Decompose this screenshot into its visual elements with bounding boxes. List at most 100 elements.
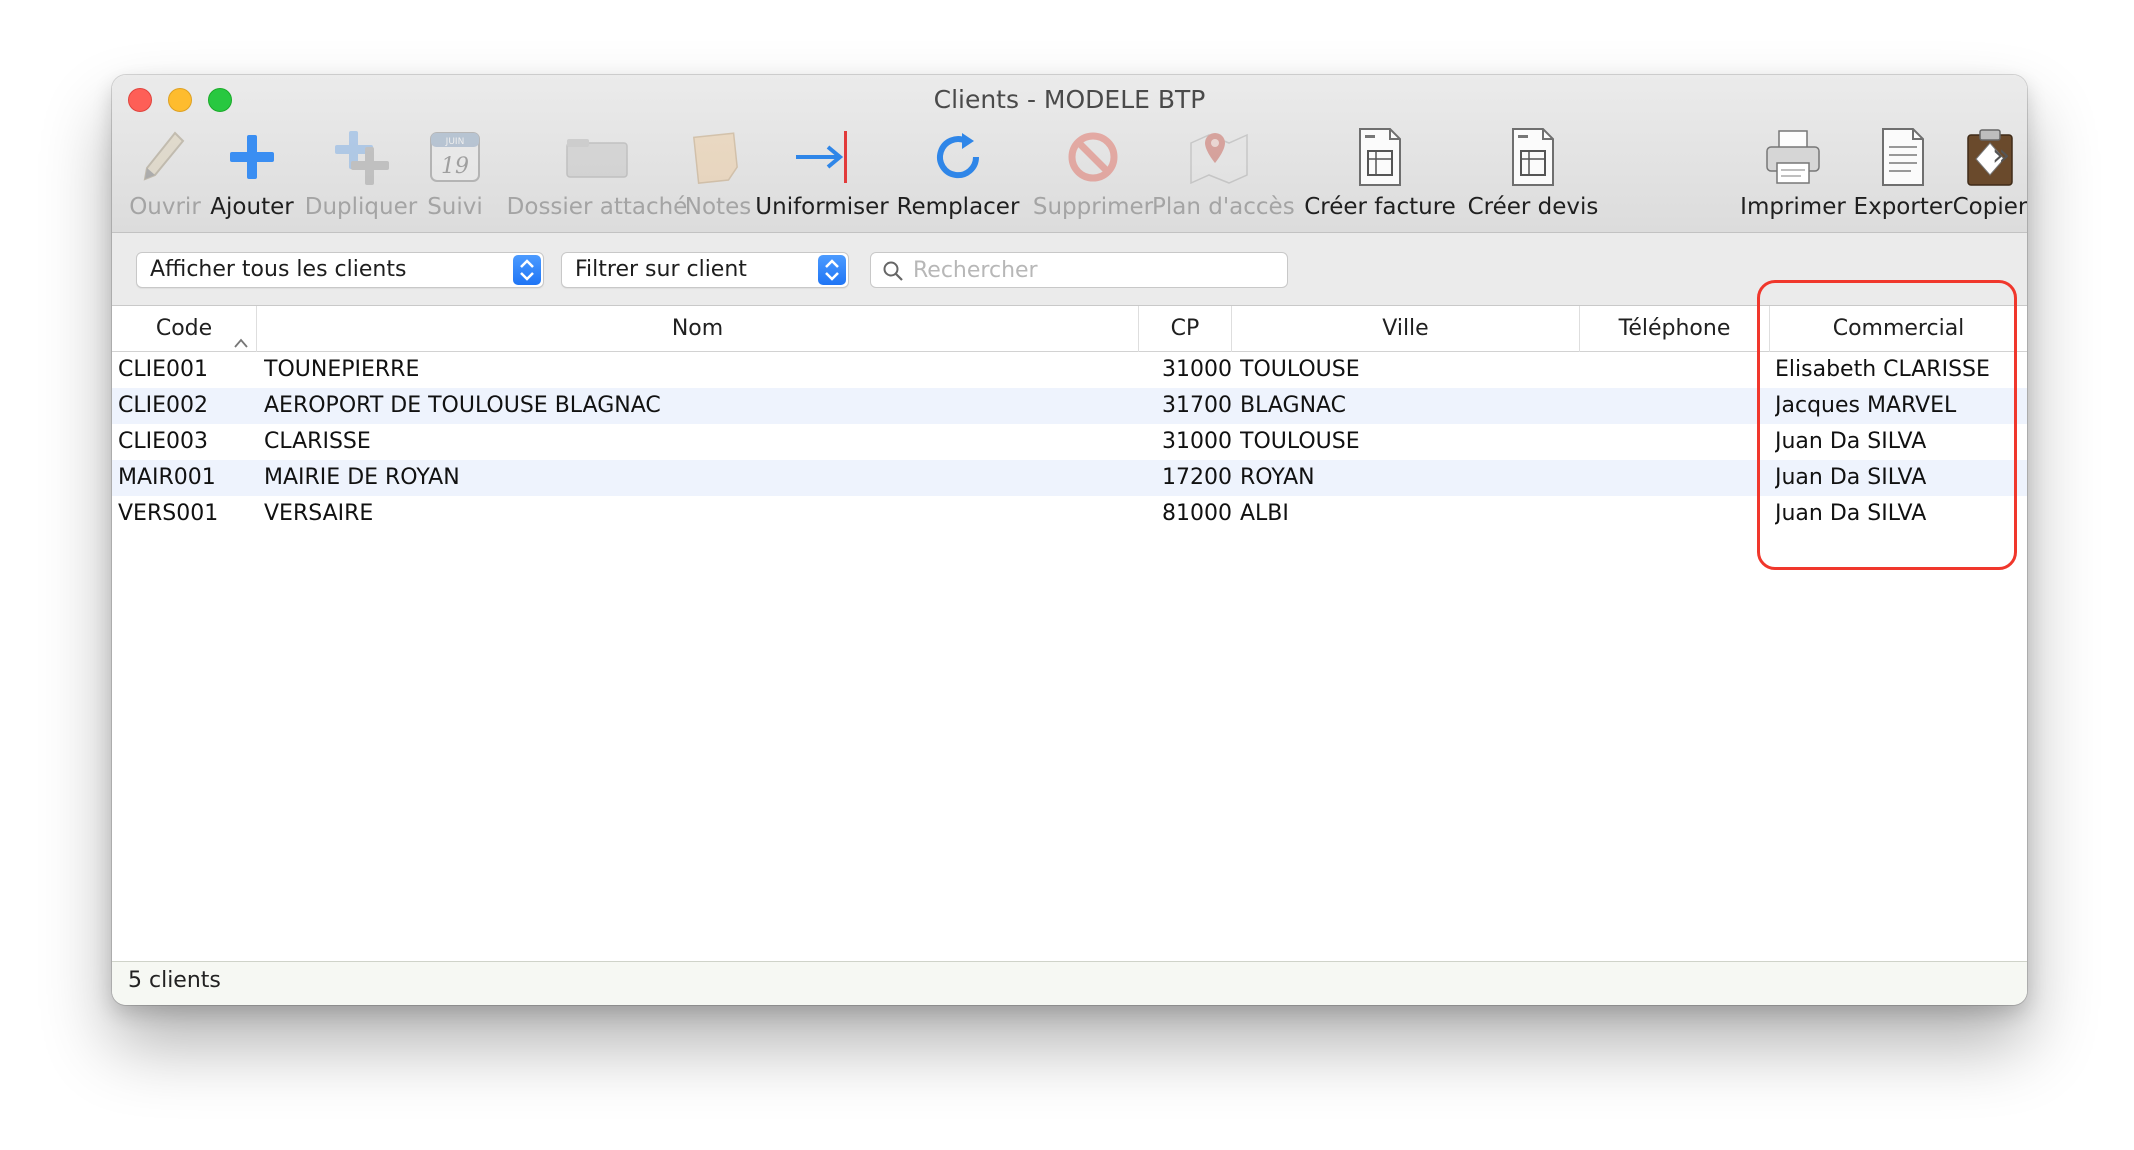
cell-nom: CLARISSE — [264, 429, 371, 454]
cell-nom: AEROPORT DE TOULOUSE BLAGNAC — [264, 393, 661, 418]
folder-icon — [565, 125, 629, 189]
replace-button[interactable]: Remplacer — [895, 125, 1021, 225]
plus-icon — [220, 125, 284, 189]
notes-button[interactable]: Notes — [672, 125, 764, 225]
pencil-icon — [133, 125, 197, 189]
cell-ville: ALBI — [1240, 501, 1289, 526]
cell-code: CLIE002 — [118, 393, 208, 418]
cell-cp: 81000 — [1162, 501, 1232, 526]
search-input[interactable] — [913, 253, 1273, 287]
export-document-icon — [1871, 125, 1935, 189]
printer-icon — [1761, 125, 1825, 189]
window-title: Clients - MODELE BTP — [933, 85, 1206, 114]
quote-document-icon — [1501, 125, 1565, 189]
cell-cp: 31700 — [1162, 393, 1232, 418]
open-button[interactable]: Ouvrir — [120, 125, 210, 225]
toolbar-label: Uniformiser — [755, 194, 889, 220]
duplicate-button[interactable]: Dupliquer — [298, 125, 424, 225]
column-header-label: Commercial — [1832, 316, 1965, 341]
show-clients-select[interactable]: Afficher tous les clients — [136, 252, 544, 288]
select-stepper-icon — [513, 255, 541, 285]
clients-table[interactable]: CLIE001 TOUNEPIERRE 31000 TOULOUSE Elisa… — [112, 352, 2027, 961]
toolbar-label: Dupliquer — [304, 194, 418, 220]
cell-ville: TOULOUSE — [1240, 357, 1360, 382]
window-chrome: Clients - MODELE BTP Ouvrir Ajouter Dupl… — [112, 75, 2027, 233]
toolbar-label: Créer devis — [1467, 194, 1599, 220]
toolbar-label: Imprimer — [1740, 194, 1846, 220]
toolbar-overflow-button[interactable]: » — [1984, 139, 2018, 173]
search-icon — [882, 260, 904, 282]
follow-up-button[interactable]: JUIN 19 Suivi — [415, 125, 495, 225]
table-row[interactable]: CLIE003 CLARISSE 31000 TOULOUSE Juan Da … — [112, 424, 2027, 460]
create-invoice-button[interactable]: Créer facture — [1300, 125, 1460, 225]
cell-commercial: Juan Da SILVA — [1775, 429, 1927, 454]
table-header: Code Nom CP Ville Téléphone Commercial — [112, 306, 2027, 352]
toolbar-label: Ajouter — [210, 194, 294, 220]
delete-button[interactable]: Supprimer — [1025, 125, 1161, 225]
cell-code: MAIR001 — [118, 465, 216, 490]
cell-commercial: Juan Da SILVA — [1775, 465, 1927, 490]
print-button[interactable]: Imprimer — [1733, 125, 1853, 225]
create-quote-button[interactable]: Créer devis — [1460, 125, 1606, 225]
sort-ascending-icon — [232, 321, 250, 348]
toolbar-label: Plan d'accès — [1152, 194, 1295, 220]
toolbar-label: Suivi — [427, 194, 483, 220]
refresh-icon — [926, 125, 990, 189]
toolbar-label: Ouvrir — [129, 194, 201, 220]
toolbar-label: Copier — [1952, 194, 2027, 220]
column-header-label: Nom — [671, 316, 724, 341]
calendar-icon: JUIN 19 — [423, 125, 487, 189]
column-header-code[interactable]: Code — [112, 306, 257, 352]
column-header-ville[interactable]: Ville — [1232, 306, 1580, 352]
add-button[interactable]: Ajouter — [204, 125, 300, 225]
toolbar-label: Dossier attaché — [506, 194, 688, 220]
select-stepper-icon — [818, 255, 846, 285]
column-header-nom[interactable]: Nom — [257, 306, 1139, 352]
export-button[interactable]: Exporter — [1848, 125, 1958, 225]
cell-commercial: Jacques MARVEL — [1775, 393, 1957, 418]
uniformize-button[interactable]: Uniformiser — [754, 125, 890, 225]
cell-cp: 31000 — [1162, 429, 1232, 454]
cell-commercial: Elisabeth CLARISSE — [1775, 357, 1990, 382]
table-row[interactable]: CLIE001 TOUNEPIERRE 31000 TOULOUSE Elisa… — [112, 352, 2027, 388]
client-filter-select-value: Filtrer sur client — [575, 257, 747, 282]
cell-code: CLIE001 — [118, 357, 208, 382]
cell-code: CLIE003 — [118, 429, 208, 454]
cell-ville: ROYAN — [1240, 465, 1315, 490]
calendar-day-text: 19 — [441, 154, 469, 179]
table-row[interactable]: MAIR001 MAIRIE DE ROYAN 17200 ROYAN Juan… — [112, 460, 2027, 496]
toolbar-label: Notes — [684, 194, 752, 220]
show-clients-select-value: Afficher tous les clients — [150, 257, 407, 282]
invoice-document-icon — [1348, 125, 1412, 189]
cell-ville: BLAGNAC — [1240, 393, 1347, 418]
client-filter-select[interactable]: Filtrer sur client — [561, 252, 849, 288]
column-header-telephone[interactable]: Téléphone — [1580, 306, 1770, 352]
cell-commercial: Juan Da SILVA — [1775, 501, 1927, 526]
table-row[interactable]: VERS001 VERSAIRE 81000 ALBI Juan Da SILV… — [112, 496, 2027, 532]
note-icon — [686, 125, 750, 189]
clients-window: Clients - MODELE BTP Ouvrir Ajouter Dupl… — [112, 75, 2027, 1005]
cell-nom: VERSAIRE — [264, 501, 374, 526]
cell-code: VERS001 — [118, 501, 219, 526]
calendar-month-text: JUIN — [445, 137, 465, 147]
search-field[interactable] — [870, 252, 1288, 288]
toolbar-label: Créer facture — [1304, 194, 1456, 220]
cell-nom: TOUNEPIERRE — [264, 357, 420, 382]
attached-folder-button[interactable]: Dossier attaché — [497, 125, 697, 225]
prohibited-icon — [1061, 125, 1125, 189]
status-bar: 5 clients — [112, 961, 2027, 1005]
toolbar-label: Remplacer — [896, 194, 1020, 220]
cell-cp: 31000 — [1162, 357, 1232, 382]
access-map-button[interactable]: Plan d'accès — [1152, 125, 1295, 225]
column-header-commercial[interactable]: Commercial — [1770, 306, 2027, 352]
arrow-right-bar-icon — [790, 125, 854, 189]
filter-bar: Afficher tous les clients Filtrer sur cl… — [112, 233, 2027, 306]
column-header-label: Téléphone — [1618, 316, 1731, 341]
toolbar-label: Supprimer — [1032, 194, 1154, 220]
column-header-cp[interactable]: CP — [1139, 306, 1232, 352]
column-header-label: CP — [1170, 316, 1200, 341]
duplicate-plus-icon — [329, 125, 393, 189]
toolbar-label: Exporter — [1853, 194, 1953, 220]
table-row[interactable]: CLIE002 AEROPORT DE TOULOUSE BLAGNAC 317… — [112, 388, 2027, 424]
column-header-label: Ville — [1382, 316, 1429, 341]
